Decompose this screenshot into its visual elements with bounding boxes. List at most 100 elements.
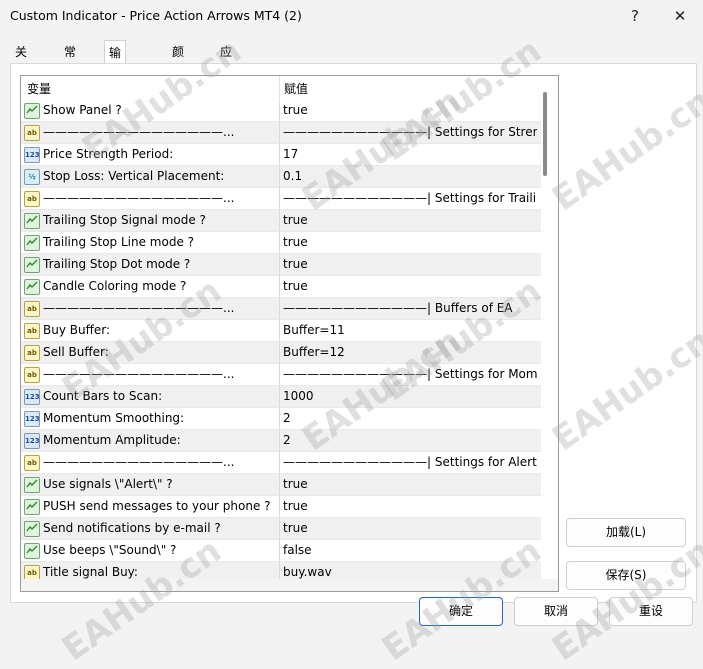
cell-divider bbox=[279, 320, 280, 341]
variable-name: Show Panel ? bbox=[43, 103, 122, 117]
string-icon: ab bbox=[24, 323, 40, 339]
variable-value[interactable]: true bbox=[283, 477, 537, 491]
bool-icon bbox=[24, 279, 40, 295]
variable-value[interactable]: ————————————| Settings for Momentu... bbox=[283, 367, 537, 381]
table-row[interactable]: Trailing Stop Line mode ? true bbox=[21, 232, 541, 254]
variable-value[interactable]: ————————————| Settings for Strength ... bbox=[283, 125, 537, 139]
variable-name: Use beeps \"Sound\" ? bbox=[43, 543, 177, 557]
table-row[interactable]: ab ———————————————... ————————————| Settin… bbox=[21, 364, 541, 386]
variable-value[interactable]: false bbox=[283, 543, 537, 557]
cell-divider bbox=[279, 276, 280, 297]
tab-colors[interactable]: 颜色 bbox=[168, 42, 188, 80]
cell-divider bbox=[279, 364, 280, 385]
horizontal-scrollbar[interactable] bbox=[21, 579, 558, 591]
string-icon: ab bbox=[24, 345, 40, 361]
table-row[interactable]: Trailing Stop Signal mode ? true bbox=[21, 210, 541, 232]
cell-divider bbox=[279, 100, 280, 121]
cell-divider bbox=[279, 474, 280, 495]
column-divider[interactable] bbox=[279, 76, 280, 99]
variable-name: Sell Buffer: bbox=[43, 345, 109, 359]
variable-name: Trailing Stop Dot mode ? bbox=[43, 257, 191, 271]
cell-divider bbox=[279, 408, 280, 429]
cancel-button[interactable]: 取消 bbox=[514, 597, 598, 626]
table-row[interactable]: Trailing Stop Dot mode ? true bbox=[21, 254, 541, 276]
bool-icon bbox=[24, 103, 40, 119]
variable-value[interactable]: 17 bbox=[283, 147, 537, 161]
grid-header: 变量 赋值 bbox=[21, 76, 558, 99]
int-icon: 123 bbox=[24, 411, 40, 427]
cell-divider bbox=[279, 232, 280, 253]
table-row[interactable]: Candle Coloring mode ? true bbox=[21, 276, 541, 298]
variable-value[interactable]: true bbox=[283, 521, 537, 535]
table-row[interactable]: 123 Momentum Smoothing: 2 bbox=[21, 408, 541, 430]
bool-icon bbox=[24, 543, 40, 559]
table-row[interactable]: Show Panel ? true bbox=[21, 100, 541, 122]
table-row[interactable]: 123 Count Bars to Scan: 1000 bbox=[21, 386, 541, 408]
cell-divider bbox=[279, 342, 280, 363]
table-row[interactable]: ½ Stop Loss: Vertical Placement: 0.1 bbox=[21, 166, 541, 188]
variable-value[interactable]: 2 bbox=[283, 411, 537, 425]
variable-name: Title signal Buy: bbox=[43, 565, 138, 579]
variable-value[interactable]: true bbox=[283, 499, 537, 513]
bool-icon bbox=[24, 235, 40, 251]
string-icon: ab bbox=[24, 455, 40, 471]
column-header-value[interactable]: 赋值 bbox=[284, 80, 308, 97]
table-row[interactable]: Send notifications by e-mail ? true bbox=[21, 518, 541, 540]
column-header-variable[interactable]: 变量 bbox=[27, 80, 51, 97]
reset-button[interactable]: 重设 bbox=[609, 597, 693, 626]
int-icon: 123 bbox=[24, 433, 40, 449]
variable-value[interactable]: Buffer=11 bbox=[283, 323, 537, 337]
variable-value[interactable]: true bbox=[283, 103, 537, 117]
variable-value[interactable]: 0.1 bbox=[283, 169, 537, 183]
variable-name: PUSH send messages to your phone ? bbox=[43, 499, 271, 513]
variable-name: Momentum Amplitude: bbox=[43, 433, 181, 447]
cell-divider bbox=[279, 298, 280, 319]
variable-name: ———————————————... bbox=[43, 455, 235, 469]
save-button[interactable]: 保存(S) bbox=[566, 561, 686, 590]
window-title: Custom Indicator - Price Action Arrows M… bbox=[10, 8, 302, 23]
string-icon: ab bbox=[24, 191, 40, 207]
table-row[interactable]: PUSH send messages to your phone ? true bbox=[21, 496, 541, 518]
variable-name: Buy Buffer: bbox=[43, 323, 111, 337]
variable-value[interactable]: ————————————| Settings for Trailing s... bbox=[283, 191, 537, 205]
table-row[interactable]: ab ———————————————... ————————————| Settin… bbox=[21, 122, 541, 144]
variable-value[interactable]: true bbox=[283, 257, 537, 271]
table-row[interactable]: ab Buy Buffer: Buffer=11 bbox=[21, 320, 541, 342]
cell-divider bbox=[279, 518, 280, 539]
tab-about[interactable]: 关于 bbox=[11, 42, 31, 80]
tab-common[interactable]: 常用 bbox=[60, 42, 80, 80]
string-icon: ab bbox=[24, 125, 40, 141]
variable-value[interactable]: 2 bbox=[283, 433, 537, 447]
variable-value[interactable]: Buffer=12 bbox=[283, 345, 537, 359]
table-row[interactable]: ab ———————————————... ————————————| Settin… bbox=[21, 452, 541, 474]
variable-name: Stop Loss: Vertical Placement: bbox=[43, 169, 225, 183]
table-row[interactable]: ab ———————————————... ————————————| Buffer… bbox=[21, 298, 541, 320]
table-row[interactable]: Use beeps \"Sound\" ? false bbox=[21, 540, 541, 562]
bool-icon bbox=[24, 499, 40, 515]
close-button[interactable]: ✕ bbox=[660, 4, 700, 28]
variable-value[interactable]: ————————————| Buffers of EA bbox=[283, 301, 537, 315]
table-row[interactable]: ab Sell Buffer: Buffer=12 bbox=[21, 342, 541, 364]
bool-icon bbox=[24, 477, 40, 493]
tab-inputs[interactable]: 输入参数 bbox=[104, 40, 127, 132]
variable-value[interactable]: true bbox=[283, 235, 537, 249]
tab-visualization[interactable]: 应用范围 bbox=[216, 42, 236, 122]
table-row[interactable]: 123 Momentum Amplitude: 2 bbox=[21, 430, 541, 452]
vertical-scrollbar-thumb[interactable] bbox=[543, 92, 547, 176]
table-row[interactable]: ab ———————————————... ————————————| Settin… bbox=[21, 188, 541, 210]
variable-value[interactable]: 1000 bbox=[283, 389, 537, 403]
variable-value[interactable]: true bbox=[283, 213, 537, 227]
load-button[interactable]: 加载(L) bbox=[566, 518, 686, 547]
ok-button[interactable]: 确定 bbox=[419, 597, 503, 626]
variable-value[interactable]: ————————————| Settings for Alerts : bbox=[283, 455, 537, 469]
table-row[interactable]: 123 Price Strength Period: 17 bbox=[21, 144, 541, 166]
variable-value[interactable]: true bbox=[283, 279, 537, 293]
variable-value[interactable]: buy.wav bbox=[283, 565, 537, 579]
table-row[interactable]: Use signals \"Alert\" ? true bbox=[21, 474, 541, 496]
string-icon: ab bbox=[24, 367, 40, 383]
help-button[interactable]: ? bbox=[615, 4, 655, 28]
variable-name: Candle Coloring mode ? bbox=[43, 279, 187, 293]
int-icon: 123 bbox=[24, 147, 40, 163]
cell-divider bbox=[279, 496, 280, 517]
cell-divider bbox=[279, 386, 280, 407]
